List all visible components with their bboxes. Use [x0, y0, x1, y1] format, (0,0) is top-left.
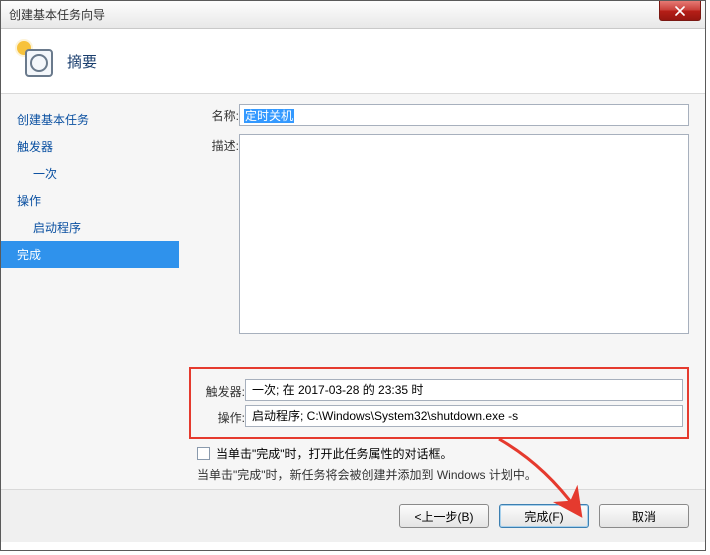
action-summary-row: 操作: 启动程序; C:\Windows\System32\shutdown.e…	[195, 405, 683, 427]
sidebar-item-finish[interactable]: 完成	[1, 241, 179, 268]
bottom-info: 当单击"完成"时，打开此任务属性的对话框。 当单击"完成"时，新任务将会被创建并…	[189, 439, 689, 483]
sidebar-item-start-program[interactable]: 启动程序	[1, 214, 179, 241]
wizard-steps-sidebar: 创建基本任务 触发器 一次 操作 启动程序 完成	[1, 94, 179, 489]
trigger-summary-row: 触发器: 一次; 在 2017-03-28 的 23:35 时	[195, 379, 683, 401]
sidebar-item-trigger[interactable]: 触发器	[1, 133, 179, 160]
sidebar-item-once[interactable]: 一次	[1, 160, 179, 187]
titlebar: 创建基本任务向导	[1, 1, 705, 29]
body: 创建基本任务 触发器 一次 操作 启动程序 完成 名称: 定时关机 描述: 触发…	[1, 94, 705, 490]
cancel-button[interactable]: 取消	[599, 504, 689, 528]
sidebar-item-create-task[interactable]: 创建基本任务	[1, 106, 179, 133]
header: 摘要	[1, 29, 705, 94]
open-properties-row[interactable]: 当单击"完成"时，打开此任务属性的对话框。	[193, 445, 685, 462]
name-label: 名称:	[189, 104, 239, 124]
back-button[interactable]: <上一步(B)	[399, 504, 489, 528]
open-properties-checkbox[interactable]	[197, 447, 210, 460]
trigger-value[interactable]: 一次; 在 2017-03-28 的 23:35 时	[245, 379, 683, 401]
desc-row: 描述:	[189, 134, 689, 353]
wizard-window: 创建基本任务向导 摘要 创建基本任务 触发器 一次 操作 启动程序 完成 名称:	[0, 0, 706, 551]
close-button[interactable]	[659, 1, 701, 21]
summary-highlight-box: 触发器: 一次; 在 2017-03-28 的 23:35 时 操作: 启动程序…	[189, 367, 689, 439]
trigger-label: 触发器:	[195, 380, 245, 400]
desc-input[interactable]	[239, 134, 689, 334]
sidebar-item-action[interactable]: 操作	[1, 187, 179, 214]
window-title: 创建基本任务向导	[9, 6, 105, 23]
action-label: 操作:	[195, 406, 245, 426]
name-row: 名称: 定时关机	[189, 104, 689, 126]
finish-button[interactable]: 完成(F)	[499, 504, 589, 528]
footer: <上一步(B) 完成(F) 取消	[1, 490, 705, 542]
desc-label: 描述:	[189, 134, 239, 154]
open-properties-label: 当单击"完成"时，打开此任务属性的对话框。	[216, 445, 453, 462]
action-value[interactable]: 启动程序; C:\Windows\System32\shutdown.exe -…	[245, 405, 683, 427]
main-pane: 名称: 定时关机 描述: 触发器: 一次; 在 2017-03-28 的 23:…	[179, 94, 705, 489]
finish-info-text: 当单击"完成"时，新任务将会被创建并添加到 Windows 计划中。	[193, 466, 685, 483]
close-icon	[675, 6, 685, 16]
name-input[interactable]: 定时关机	[239, 104, 689, 126]
page-title: 摘要	[67, 51, 97, 72]
task-scheduler-icon	[21, 45, 53, 77]
